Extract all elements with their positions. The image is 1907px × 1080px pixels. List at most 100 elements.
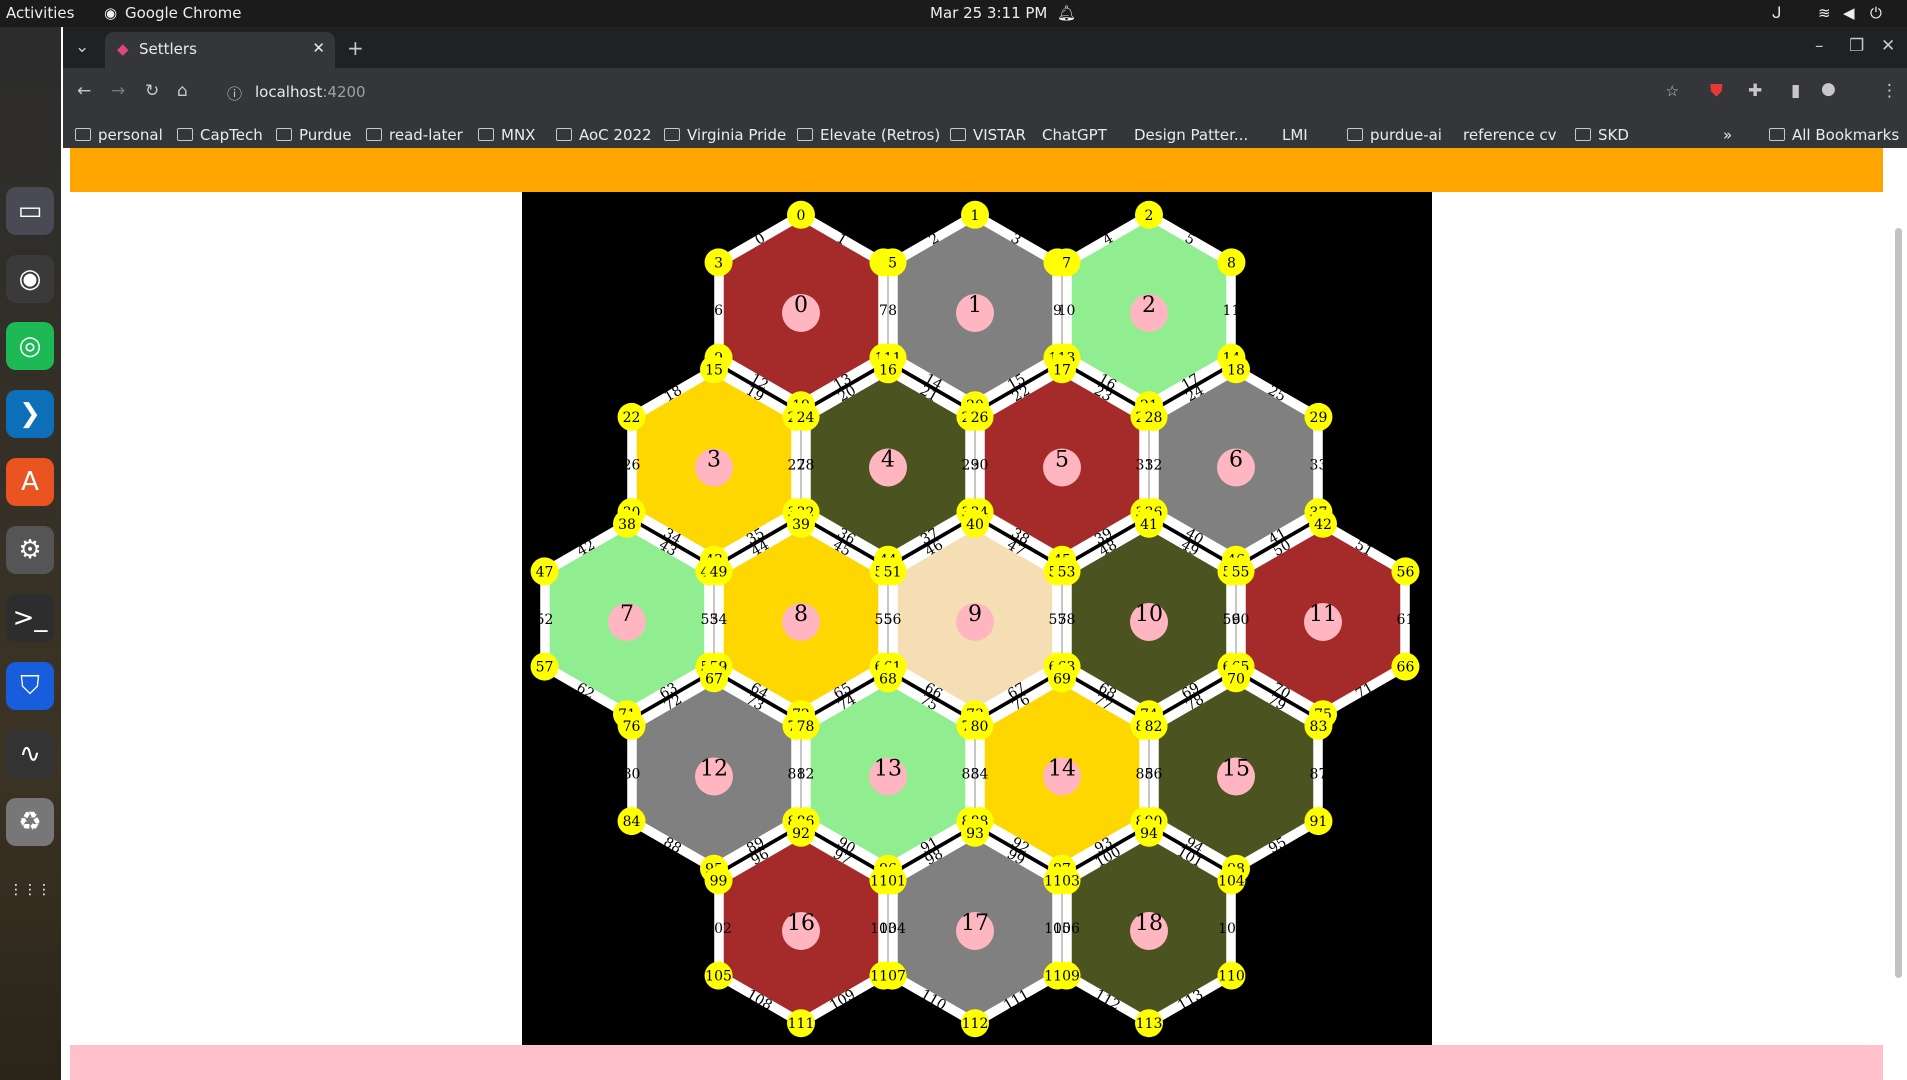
bookmark-mnx[interactable]: MNX [478, 126, 535, 144]
all-bookmarks-button[interactable]: All Bookmarks [1769, 126, 1899, 144]
node-57[interactable]: 57 [530, 652, 559, 681]
node-109[interactable]: 109 [1052, 961, 1081, 990]
edge-label[interactable]: 8 [888, 303, 897, 319]
bitwarden-icon[interactable]: ⛉ [6, 662, 54, 710]
node-113[interactable]: 113 [1135, 1009, 1163, 1038]
bell-icon[interactable]: 🔔︎ [1057, 4, 1076, 22]
edge-label[interactable]: 86 [1145, 767, 1163, 783]
maximize-icon[interactable]: ❐ [1849, 36, 1864, 56]
profile-avatar[interactable]: ● [1821, 79, 1836, 99]
node-51[interactable]: 51 [878, 557, 907, 586]
node-39[interactable]: 39 [787, 509, 815, 538]
clock[interactable]: Mar 25 3:11 PM [930, 4, 1047, 22]
edge-label[interactable]: 61 [1397, 612, 1415, 628]
edge-label[interactable]: 82 [797, 767, 815, 783]
bookmark-chatgpt[interactable]: ChatGPT [1042, 126, 1107, 144]
node-66[interactable]: 66 [1391, 652, 1420, 681]
edge-label[interactable]: 7 [879, 303, 888, 319]
extension-tray-icon[interactable]: ᒍ [1772, 4, 1781, 22]
terminal-icon[interactable]: >_ [6, 594, 54, 642]
spotify-icon[interactable]: ◎ [6, 322, 54, 370]
edge-label[interactable]: 107 [1218, 921, 1245, 937]
node-5[interactable]: 5 [878, 248, 907, 277]
edge-label[interactable]: 80 [623, 767, 641, 783]
node-104[interactable]: 104 [1217, 866, 1246, 895]
vscode-icon[interactable]: ❯ [6, 390, 54, 438]
node-112[interactable]: 112 [961, 1009, 989, 1038]
minimize-icon[interactable]: – [1815, 36, 1824, 56]
edge-label[interactable]: 32 [1145, 458, 1163, 474]
trash-icon[interactable]: ♻ [6, 798, 54, 846]
site-info-icon[interactable]: ⓘ [227, 83, 242, 104]
node-67[interactable]: 67 [700, 664, 728, 693]
edge-label[interactable]: 28 [797, 458, 815, 474]
node-49[interactable]: 49 [704, 557, 733, 586]
node-17[interactable]: 17 [1048, 355, 1076, 384]
node-1[interactable]: 1 [961, 200, 989, 229]
side-panel-icon[interactable]: ▮ [1791, 81, 1800, 101]
edge-label[interactable]: 26 [623, 458, 641, 474]
forward-icon[interactable]: → [111, 81, 125, 101]
node-42[interactable]: 42 [1309, 509, 1337, 538]
node-105[interactable]: 105 [704, 961, 733, 990]
menu-icon[interactable]: ⋮ [1881, 81, 1898, 101]
bookmark-purdue[interactable]: Purdue [276, 126, 351, 144]
scrollbar-thumb[interactable] [1895, 228, 1902, 978]
node-2[interactable]: 2 [1135, 200, 1163, 229]
bookmark-elevate-retros[interactable]: Elevate (Retros) [797, 126, 940, 144]
back-icon[interactable]: ← [77, 81, 91, 101]
node-80[interactable]: 80 [965, 711, 994, 740]
bookmark-captech[interactable]: CapTech [177, 126, 263, 144]
tab-search-icon[interactable]: ⌄ [75, 37, 89, 57]
home-icon[interactable]: ⌂ [177, 81, 188, 101]
node-82[interactable]: 82 [1139, 711, 1168, 740]
edge-label[interactable]: 54 [710, 612, 728, 628]
node-91[interactable]: 91 [1304, 807, 1333, 836]
bookmark-virginia-pride[interactable]: Virginia Pride [664, 126, 786, 144]
files-icon[interactable]: ▭ [6, 187, 54, 235]
node-26[interactable]: 26 [965, 402, 994, 431]
edge-label[interactable]: 106 [1053, 921, 1080, 937]
power-icon[interactable]: ⏻ [1870, 4, 1882, 22]
node-28[interactable]: 28 [1139, 402, 1168, 431]
edge-label[interactable]: 58 [1058, 612, 1076, 628]
bookmark-vistar[interactable]: VISTAR [950, 126, 1026, 144]
node-8[interactable]: 8 [1217, 248, 1246, 277]
bookmark-read-later[interactable]: read-later [366, 126, 463, 144]
node-110[interactable]: 110 [1217, 961, 1246, 990]
node-53[interactable]: 53 [1052, 557, 1081, 586]
ublock-icon[interactable]: ⛊ [1710, 81, 1723, 101]
node-99[interactable]: 99 [704, 866, 733, 895]
node-40[interactable]: 40 [961, 509, 989, 538]
app-center-icon[interactable]: A [6, 458, 54, 506]
node-76[interactable]: 76 [617, 711, 646, 740]
bookmark-design-patter[interactable]: Design Patter... [1134, 126, 1248, 144]
node-103[interactable]: 103 [1052, 866, 1081, 895]
wifi-icon[interactable]: ≋ [1818, 4, 1831, 22]
node-69[interactable]: 69 [1048, 664, 1076, 693]
node-0[interactable]: 0 [787, 200, 815, 229]
show-apps-icon[interactable]: ⋮⋮⋮ [6, 866, 54, 914]
bookmark-reference-cv[interactable]: reference cv [1463, 126, 1557, 144]
edge-label[interactable]: 60 [1232, 612, 1250, 628]
edge-label[interactable]: 33 [1310, 458, 1328, 474]
url-text[interactable]: localhost:4200 [255, 83, 366, 101]
bookmarks-overflow-icon[interactable]: » [1723, 126, 1732, 144]
bookmark-lmi[interactable]: LMI [1282, 126, 1308, 144]
edge-label[interactable]: 104 [879, 921, 906, 937]
node-70[interactable]: 70 [1222, 664, 1250, 693]
node-24[interactable]: 24 [791, 402, 820, 431]
extensions-icon[interactable]: ✚ [1748, 81, 1762, 101]
activities-button[interactable]: Activities [6, 4, 74, 22]
bookmark-skd[interactable]: SKD [1575, 126, 1629, 144]
node-68[interactable]: 68 [874, 664, 902, 693]
settings-icon[interactable]: ⚙ [6, 526, 54, 574]
bookmark-purdue-ai[interactable]: purdue-ai [1347, 126, 1442, 144]
edge-label[interactable]: 52 [536, 612, 554, 628]
volume-icon[interactable]: ◀︎ [1843, 4, 1855, 22]
bookmark-aoc-2022[interactable]: AoC 2022 [556, 126, 652, 144]
reload-icon[interactable]: ↻ [145, 81, 159, 101]
node-56[interactable]: 56 [1391, 557, 1420, 586]
node-55[interactable]: 55 [1226, 557, 1255, 586]
node-22[interactable]: 22 [617, 402, 646, 431]
